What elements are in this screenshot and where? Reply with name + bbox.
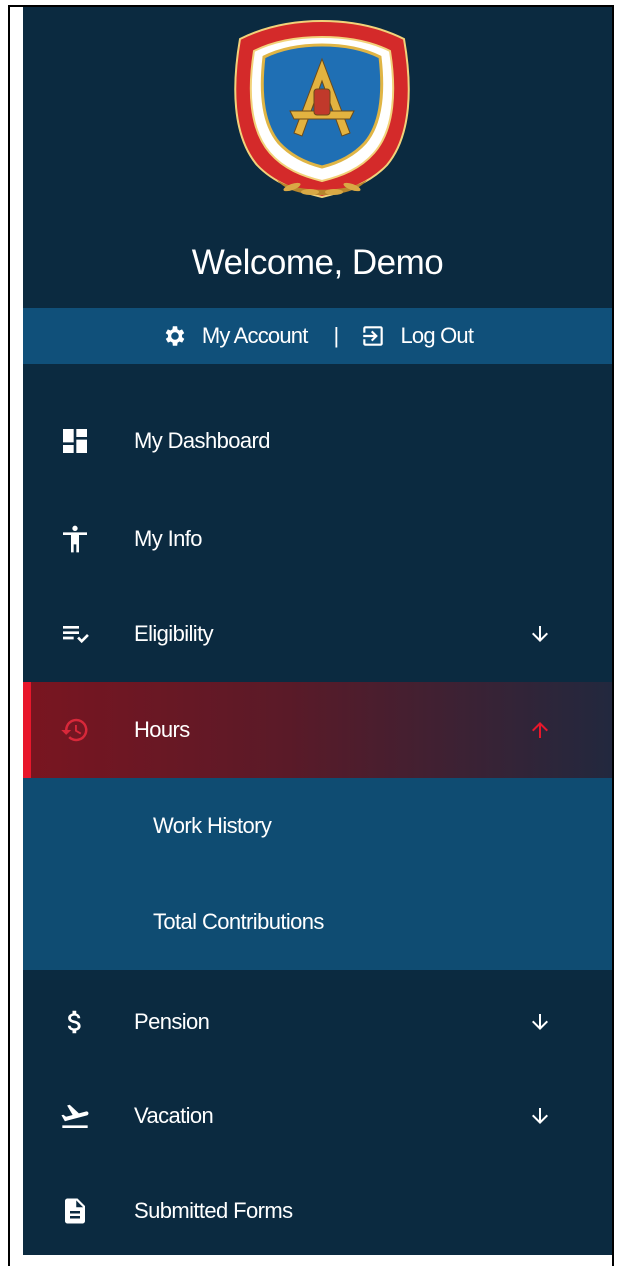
- nav-label: Submitted Forms: [134, 1198, 293, 1223]
- submenu-label: Total Contributions: [153, 909, 324, 934]
- nav-item-submitted-forms[interactable]: Submitted Forms: [23, 1163, 612, 1255]
- my-account-label: My Account: [201, 323, 309, 348]
- arrow-down-icon[interactable]: [526, 1008, 554, 1036]
- account-bar: My Account | Log Out: [23, 308, 612, 364]
- nav-item-vacation[interactable]: Vacation: [23, 1068, 612, 1164]
- sidebar: Welcome, Demo My Account | Log Out My Da…: [23, 7, 612, 1255]
- welcome-text: Welcome, Demo: [191, 243, 444, 282]
- union-logo: [234, 19, 410, 199]
- log-out-link[interactable]: Log Out: [360, 323, 474, 349]
- flight-takeoff-icon: [57, 1098, 93, 1134]
- gear-icon: [162, 323, 188, 349]
- nav-label: Vacation: [134, 1103, 214, 1128]
- arrow-down-icon[interactable]: [526, 1102, 554, 1130]
- submenu-label: Work History: [153, 813, 272, 838]
- separator: |: [333, 323, 340, 348]
- active-indicator: [23, 682, 31, 778]
- nav-item-hours[interactable]: Hours: [23, 682, 612, 778]
- nav-item-eligibility[interactable]: Eligibility: [23, 586, 612, 682]
- dollar-icon: [57, 1004, 93, 1040]
- nav-label: Hours: [134, 717, 190, 742]
- nav-item-my-dashboard[interactable]: My Dashboard: [23, 393, 612, 489]
- submenu-item-work-history[interactable]: Work History: [23, 778, 612, 874]
- history-icon: [57, 712, 93, 748]
- nav-label: Pension: [134, 1009, 210, 1034]
- nav-label: My Dashboard: [134, 428, 270, 453]
- submenu-item-total-contributions[interactable]: Total Contributions: [23, 874, 612, 970]
- arrow-down-icon[interactable]: [526, 620, 554, 648]
- nav-label: My Info: [134, 526, 203, 551]
- dashboard-icon: [57, 423, 93, 459]
- log-out-label: Log Out: [400, 323, 474, 348]
- logout-icon: [360, 323, 386, 349]
- arrow-up-icon[interactable]: [526, 716, 554, 744]
- checklist-icon: [57, 616, 93, 652]
- hours-submenu: Work History Total Contributions: [23, 778, 612, 970]
- nav-label: Eligibility: [134, 621, 214, 646]
- person-icon: [57, 521, 93, 557]
- nav-item-my-info[interactable]: My Info: [23, 491, 612, 587]
- nav-item-pension[interactable]: Pension: [23, 974, 612, 1070]
- my-account-link[interactable]: My Account: [162, 323, 308, 349]
- document-icon: [57, 1193, 93, 1229]
